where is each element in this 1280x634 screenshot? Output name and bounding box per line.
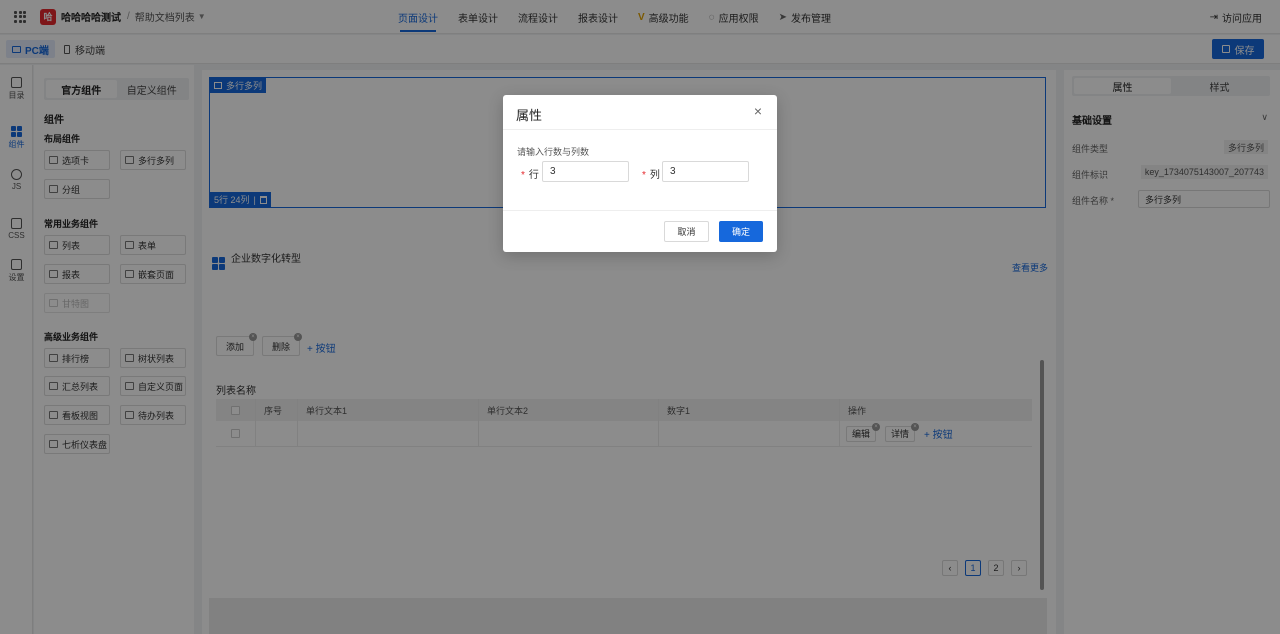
required-mark: * xyxy=(521,170,525,181)
close-icon[interactable]: × xyxy=(754,103,762,119)
dialog-header: 属性 × xyxy=(503,95,777,130)
col-field-label: * 列 xyxy=(642,166,660,181)
col-count-input[interactable] xyxy=(662,161,749,182)
cancel-button[interactable]: 取消 xyxy=(664,221,709,242)
row-label-text: 行 xyxy=(528,170,539,181)
confirm-button[interactable]: 确定 xyxy=(719,221,763,242)
property-dialog: 属性 × 请输入行数与列数 *行 *列 取消 确定 xyxy=(503,95,777,252)
row-field-label: * 行 xyxy=(521,166,539,181)
required-mark: * xyxy=(642,170,646,181)
dialog-hint: 请输入行数与列数 xyxy=(517,147,590,157)
row-count-input[interactable] xyxy=(542,161,629,182)
col-label-text: 列 xyxy=(649,170,660,181)
dialog-divider xyxy=(503,210,777,211)
dialog-title: 属性 xyxy=(516,108,543,123)
